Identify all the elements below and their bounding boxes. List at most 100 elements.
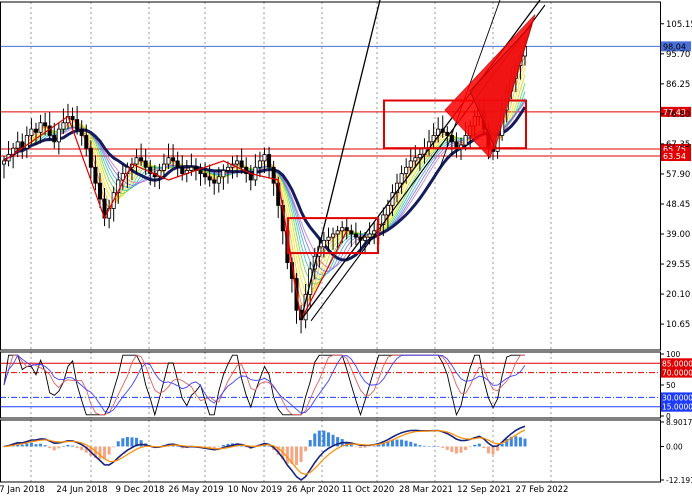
ribbon-ma-line: [3, 67, 526, 295]
oscillator-panel-border: [0, 351, 661, 419]
candle-body: [399, 173, 404, 184]
macd-histogram-bar: [34, 444, 38, 447]
candle-body: [349, 230, 354, 235]
macd-histogram-bar: [496, 446, 500, 451]
candle-body: [56, 128, 61, 143]
candle-body: [38, 122, 43, 133]
x-tick-label: 26 Apr 2020: [287, 485, 340, 495]
macd-histogram-bar: [450, 446, 454, 452]
candle-body: [326, 236, 331, 241]
macd-histogram-bar: [354, 446, 358, 447]
candle-body: [248, 173, 253, 181]
ribbon-ma-line: [3, 91, 526, 281]
macd-histogram-bar: [66, 444, 70, 447]
macd-histogram-bar: [395, 439, 399, 447]
oscillator-panel: 85.000070.000030.000015.0000100500: [0, 350, 692, 421]
trend-overlays: [3, 0, 546, 322]
candle-body: [52, 135, 57, 143]
macd-histogram-bar: [427, 446, 431, 447]
macd-histogram-bar: [473, 444, 477, 447]
trendline-steep: [300, 0, 381, 320]
candle-body: [203, 173, 208, 178]
candle-body: [139, 157, 144, 162]
chart-canvas[interactable]: 98.0477.4365.7563.54 85.000070.0000 30.00…: [0, 0, 692, 497]
y-tick-label: 39.00: [666, 230, 690, 240]
macd-histogram-bar: [107, 446, 111, 455]
macd-histogram-bar: [121, 438, 125, 447]
y-tick-label: 76.80: [666, 110, 690, 120]
macd-histogram-bar: [514, 436, 518, 447]
candle-body: [29, 128, 34, 136]
macd-histogram-bar: [500, 444, 504, 447]
candle-body: [408, 160, 413, 168]
macd-histogram-bar: [61, 446, 65, 447]
candle-body: [2, 160, 7, 165]
macd-histogram-bar: [299, 446, 303, 462]
y-tick-label: 48.45: [666, 200, 690, 210]
trading-chart[interactable]: 98.04 77.43 65.75 63.54 85.0000 70.0000 30.00…: [0, 0, 692, 497]
macd-histogram-bar: [217, 446, 221, 447]
candle-body: [161, 163, 166, 171]
horizontal-levels: 98.0477.4365.7563.54: [0, 41, 691, 162]
macd-histogram-bar: [57, 446, 61, 449]
macd-histogram-bar: [20, 444, 24, 447]
candle-body: [267, 154, 272, 168]
macd-histogram-bar: [116, 441, 120, 447]
candle-body: [235, 160, 240, 165]
macd-histogram-bar: [326, 432, 330, 447]
macd-histogram-bar: [313, 433, 317, 447]
y-tick-label: 105.15: [666, 20, 692, 30]
macd-histogram-bar: [436, 446, 440, 447]
candle-body: [239, 160, 244, 168]
y-tick-label: 29.55: [666, 260, 690, 270]
candle-body: [225, 166, 230, 171]
macd-histogram-bar: [358, 446, 362, 448]
macd-histogram-bar: [454, 446, 458, 454]
macd-histogram-bar: [75, 446, 79, 449]
macd-histogram-bar: [294, 446, 298, 466]
y-tick-label: 95.70: [666, 50, 690, 60]
candle-body: [75, 119, 80, 130]
macd-histogram-bar: [80, 446, 84, 451]
candle-body: [257, 160, 262, 168]
x-tick-label: 10 Nov 2019: [228, 485, 282, 495]
macd-histogram-bar: [308, 440, 312, 447]
oscillator-line: [3, 354, 525, 417]
macd-histogram-bar: [404, 440, 408, 447]
macd-tick-label: 0.00: [666, 442, 683, 451]
candle-body: [331, 233, 336, 238]
x-tick-label: 9 Dec 2018: [116, 485, 165, 495]
macd-histogram-bar: [413, 443, 417, 447]
candle-body: [43, 122, 48, 127]
oscillator-line: [3, 354, 525, 416]
macd-histogram-bar: [491, 446, 495, 455]
oscillator-tick-label: 50: [666, 381, 676, 390]
candle-body: [143, 160, 148, 168]
x-tick-label: 24 Jun 2018: [56, 485, 107, 495]
macd-histogram-bar: [441, 446, 445, 448]
x-tick-label: 7 Jan 2018: [0, 485, 45, 495]
macd-histogram-bar: [285, 446, 289, 464]
macd-histogram-bar: [432, 446, 436, 447]
macd-histogram-bar: [459, 446, 463, 453]
macd-histogram-bar: [418, 445, 422, 447]
oscillator-level-label: 30.0000: [662, 393, 692, 402]
candle-body: [413, 157, 418, 162]
candle-body: [344, 227, 349, 232]
macd-histogram-bar: [363, 446, 367, 448]
oscillator-tick-label: 100: [666, 350, 681, 359]
y-tick-label: 20.10: [666, 290, 690, 300]
macd-histogram-bar: [304, 446, 308, 452]
macd-histogram-bar: [317, 430, 321, 447]
candle-body: [417, 154, 422, 159]
macd-histogram-bar: [176, 446, 180, 447]
macd-histogram-bar: [409, 441, 413, 447]
candle-body: [404, 166, 409, 175]
x-tick-label: 28 Mar 2021: [399, 485, 453, 495]
x-tick-label: 11 Oct 2020: [342, 485, 395, 495]
macd-histogram-bar: [518, 437, 522, 447]
macd-histogram-bar: [98, 446, 102, 459]
x-tick-label: 27 Feb 2022: [516, 485, 569, 495]
macd-panel: 8.9017 0.00 -12.1918: [2, 418, 692, 485]
candle-body: [463, 135, 468, 146]
